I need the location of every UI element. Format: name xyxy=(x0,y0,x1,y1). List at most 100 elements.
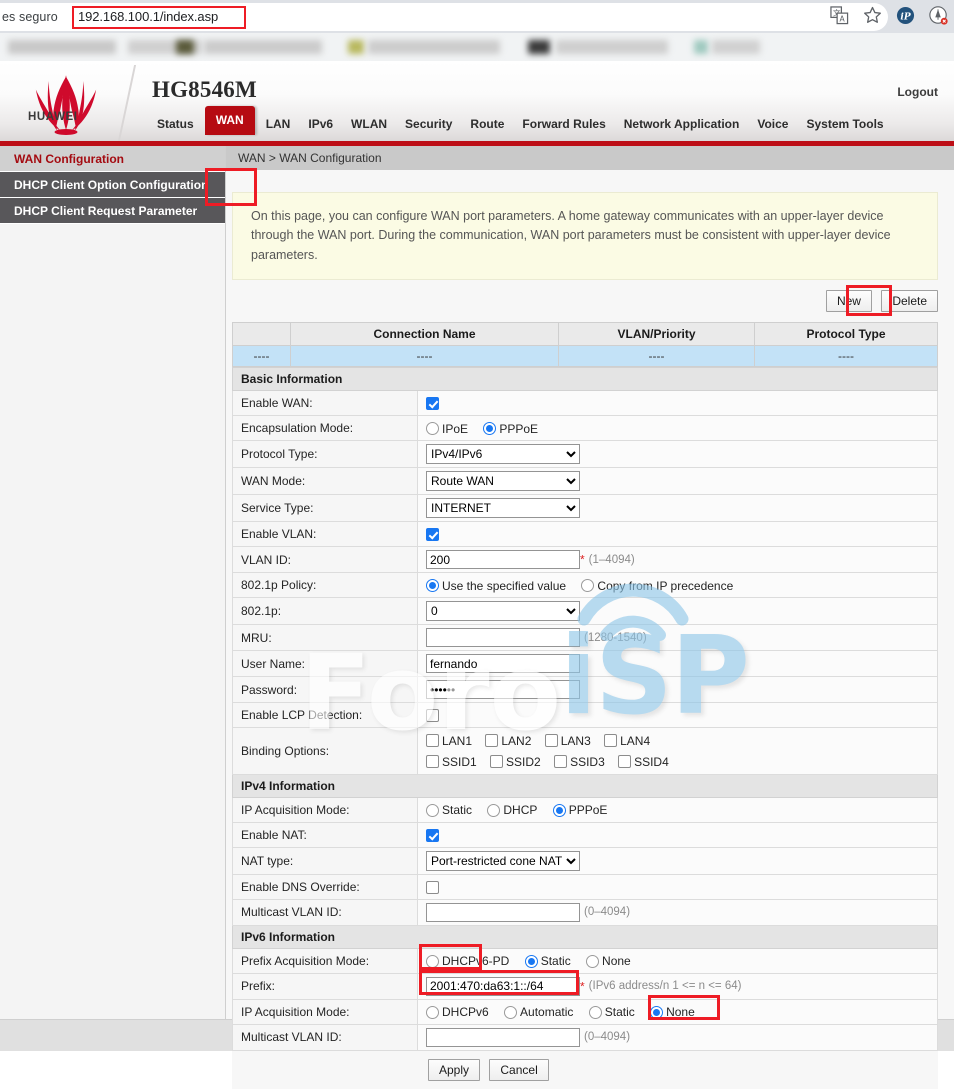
policy-specified-radio[interactable] xyxy=(426,579,439,592)
browser-chrome: es seguro 192.168.100.1/index.asp 文 A xyxy=(0,0,954,61)
sidebar-item-wan-configuration[interactable]: WAN Configuration xyxy=(0,146,225,172)
extension-blocked-icon[interactable] xyxy=(929,6,948,25)
label-enable-vlan: Enable VLAN: xyxy=(233,522,418,547)
enable-lcp-detection-checkbox[interactable] xyxy=(426,709,439,722)
ipv6-multicast-vlan-id-input[interactable] xyxy=(426,1028,580,1047)
nav-item-voice[interactable]: Voice xyxy=(748,113,797,135)
value-enable-dns-override xyxy=(418,874,938,899)
ipv4-dhcp-radio[interactable] xyxy=(487,804,500,817)
content-area: WAN > WAN Configuration On this page, yo… xyxy=(226,146,954,1019)
binding-lan2-checkbox[interactable] xyxy=(485,734,498,747)
prefix-input[interactable] xyxy=(426,977,580,996)
header-divider xyxy=(118,65,136,141)
ipv6-dhcpv6-radio[interactable] xyxy=(426,1006,439,1019)
nat-type-select[interactable]: Port-restricted cone NAT xyxy=(426,851,580,871)
dot1p-select[interactable]: 0 xyxy=(426,601,580,621)
ipv4-static-radio[interactable] xyxy=(426,804,439,817)
nav-item-security[interactable]: Security xyxy=(396,113,461,135)
ipv6-static-radio[interactable] xyxy=(589,1006,602,1019)
enable-dns-override-checkbox[interactable] xyxy=(426,881,439,894)
field-enable-nat: Enable NAT: xyxy=(233,822,938,847)
wan-mode-select[interactable]: Route WAN xyxy=(426,471,580,491)
value-enable-vlan xyxy=(418,522,938,547)
translate-icon[interactable]: 文 A xyxy=(830,6,849,25)
field-8021p-policy: 802.1p Policy: Use the specified value C… xyxy=(233,573,938,598)
field-nat-type: NAT type: Port-restricted cone NAT xyxy=(233,847,938,874)
nav-item-forward-rules[interactable]: Forward Rules xyxy=(513,113,614,135)
binding-ssid3-checkbox[interactable] xyxy=(554,755,567,768)
field-ipv6-multicast-vlan-id: Multicast VLAN ID: (0–4094) xyxy=(233,1024,938,1050)
binding-lan1-checkbox[interactable] xyxy=(426,734,439,747)
protocol-type-select[interactable]: IPv4/IPv6 xyxy=(426,444,580,464)
value-wan-mode: Route WAN xyxy=(418,468,938,495)
cell-connection-name: ---- xyxy=(291,346,559,367)
nav-item-ipv6[interactable]: IPv6 xyxy=(299,113,342,135)
binding-ssid4-checkbox[interactable] xyxy=(618,755,631,768)
value-protocol-type: IPv4/IPv6 xyxy=(418,441,938,468)
prefix-none-radio[interactable] xyxy=(586,955,599,968)
label-protocol-type: Protocol Type: xyxy=(233,441,418,468)
encapsulation-ipoe-radio[interactable] xyxy=(426,422,439,435)
sidebar-item-dhcp-client-option-configuration[interactable]: DHCP Client Option Configuration xyxy=(0,172,225,198)
nav-item-lan[interactable]: LAN xyxy=(257,113,300,135)
value-password xyxy=(418,677,938,703)
address-bar-url[interactable]: 192.168.100.1/index.asp xyxy=(78,9,218,24)
mru-hint: (1280-1540) xyxy=(584,632,647,644)
label-8021p: 802.1p: xyxy=(233,598,418,625)
device-model-title: HG8546M xyxy=(152,77,257,103)
value-encapsulation-mode: IPoE PPPoE xyxy=(418,416,938,441)
service-type-select[interactable]: INTERNET xyxy=(426,498,580,518)
ipv6-multicast-vlan-id-hint: (0–4094) xyxy=(584,1031,630,1043)
extension-ip-icon[interactable]: iP xyxy=(896,6,915,25)
apply-button[interactable]: Apply xyxy=(428,1059,480,1081)
vlan-id-input[interactable] xyxy=(426,550,580,569)
value-enable-wan xyxy=(418,391,938,416)
prefix-static-radio[interactable] xyxy=(525,955,538,968)
table-row[interactable]: ---- ---- ---- ---- xyxy=(233,346,938,367)
binding-ssid2-checkbox[interactable] xyxy=(490,755,503,768)
binding-ssid1-checkbox[interactable] xyxy=(426,755,439,768)
mru-input[interactable] xyxy=(426,628,580,647)
field-prefix: Prefix: *(IPv6 address/n 1 <= n <= 64) xyxy=(233,973,938,999)
bookmark-star-icon[interactable] xyxy=(863,6,882,25)
nav-item-wlan[interactable]: WLAN xyxy=(342,113,396,135)
info-note: On this page, you can configure WAN port… xyxy=(232,192,938,280)
ipv6-none-radio[interactable] xyxy=(650,1006,663,1019)
label-service-type: Service Type: xyxy=(233,495,418,522)
binding-ssid4-label: SSID4 xyxy=(634,755,669,769)
value-enable-nat xyxy=(418,822,938,847)
password-input[interactable] xyxy=(426,680,580,699)
cancel-button[interactable]: Cancel xyxy=(489,1059,548,1081)
user-name-input[interactable] xyxy=(426,654,580,673)
bookmarks-bar[interactable] xyxy=(0,33,954,61)
svg-text:iP: iP xyxy=(900,12,910,22)
ipv6-none-label: None xyxy=(666,1005,695,1019)
nav-item-wan[interactable]: WAN xyxy=(205,106,255,135)
binding-lan4-checkbox[interactable] xyxy=(604,734,617,747)
binding-lan3-checkbox[interactable] xyxy=(545,734,558,747)
nav-item-network-application[interactable]: Network Application xyxy=(615,113,749,135)
nav-item-status[interactable]: Status xyxy=(148,113,203,135)
enable-vlan-checkbox[interactable] xyxy=(426,528,439,541)
ipv4-pppoe-radio[interactable] xyxy=(553,804,566,817)
section-basic-label: Basic Information xyxy=(233,368,938,391)
ipv4-dhcp-label: DHCP xyxy=(503,803,537,817)
enable-wan-checkbox[interactable] xyxy=(426,397,439,410)
ipv4-multicast-vlan-id-input[interactable] xyxy=(426,903,580,922)
label-prefix: Prefix: xyxy=(233,973,418,999)
nav-item-system-tools[interactable]: System Tools xyxy=(797,113,892,135)
cell-vlan-priority: ---- xyxy=(559,346,755,367)
enable-nat-checkbox[interactable] xyxy=(426,829,439,842)
field-prefix-acquisition-mode: Prefix Acquisition Mode: DHCPv6-PD Stati… xyxy=(233,948,938,973)
field-vlan-id: VLAN ID: *(1–4094) xyxy=(233,547,938,573)
logout-link[interactable]: Logout xyxy=(897,85,938,99)
nav-item-route[interactable]: Route xyxy=(461,113,513,135)
ipv6-automatic-radio[interactable] xyxy=(504,1006,517,1019)
wan-connection-table: Connection Name VLAN/Priority Protocol T… xyxy=(232,322,938,367)
encapsulation-pppoe-radio[interactable] xyxy=(483,422,496,435)
label-enable-dns-override: Enable DNS Override: xyxy=(233,874,418,899)
policy-copy-radio[interactable] xyxy=(581,579,594,592)
sidebar-item-dhcp-client-request-parameter[interactable]: DHCP Client Request Parameter xyxy=(0,198,225,224)
label-enable-nat: Enable NAT: xyxy=(233,822,418,847)
prefix-dhcpv6pd-radio[interactable] xyxy=(426,955,439,968)
